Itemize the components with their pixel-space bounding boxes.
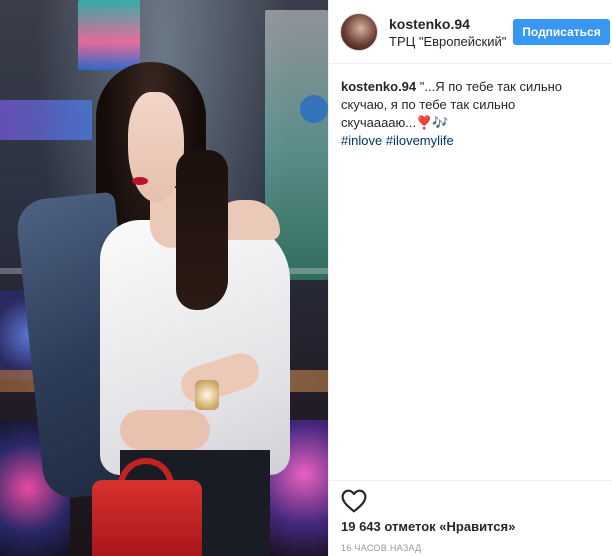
- red-lips: [132, 177, 148, 185]
- red-handbag: [92, 480, 202, 556]
- wrist-watch: [195, 380, 219, 410]
- woman-hands: [120, 410, 210, 450]
- author-username[interactable]: kostenko.94: [389, 16, 470, 32]
- post-location[interactable]: ТРЦ "Европейский": [389, 34, 517, 49]
- background-round-sign: [300, 95, 328, 123]
- hashtag-link[interactable]: #ilovemylife: [386, 133, 454, 148]
- post-photo[interactable]: [0, 0, 328, 556]
- post-header: kostenko.94 ТРЦ "Европейский" Подписатьс…: [329, 0, 612, 64]
- likes-count[interactable]: 19 643 отметок «Нравится»: [341, 519, 515, 534]
- background-shop-sign: [0, 100, 92, 140]
- post-actions: 19 643 отметок «Нравится» 16 ЧАСОВ НАЗАД: [329, 480, 612, 553]
- post-side-panel: kostenko.94 ТРЦ "Европейский" Подписатьс…: [329, 0, 612, 556]
- hashtag-link[interactable]: #inlove: [341, 133, 382, 148]
- woman-hair-strand: [176, 150, 228, 310]
- post-caption: kostenko.94 "...Я по тебе так сильно ску…: [341, 78, 609, 150]
- background-neon-sign: [78, 0, 140, 70]
- post-timestamp[interactable]: 16 ЧАСОВ НАЗАД: [341, 543, 422, 553]
- caption-username[interactable]: kostenko.94: [341, 79, 416, 94]
- profile-avatar[interactable]: [340, 13, 378, 51]
- follow-button[interactable]: Подписаться: [513, 19, 610, 45]
- heart-outline-icon[interactable]: [341, 489, 367, 513]
